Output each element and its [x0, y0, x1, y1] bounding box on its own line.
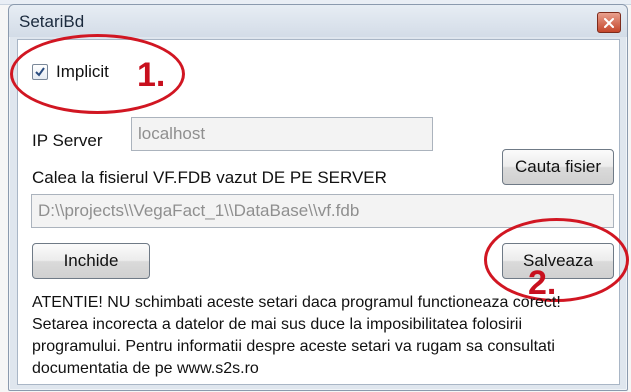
- annotation-circle-1: [10, 34, 185, 114]
- warning-line-1: ATENTIE! NU schimbati aceste setari daca…: [32, 294, 561, 311]
- dialog-content: Implicit 1. IP Server localhost Calea la…: [10, 34, 629, 385]
- warning-line-4: documentatia de pe www.s2s.ro: [32, 360, 259, 377]
- settings-dialog: SetariBd Implicit 1. IP Server localhost…: [8, 4, 629, 391]
- close-icon: [604, 17, 614, 28]
- ip-server-label: IP Server: [32, 131, 103, 150]
- title-bar[interactable]: SetariBd: [9, 5, 627, 37]
- annotation-circle-2: [484, 218, 629, 302]
- warning-text: ATENTIE! NU schimbati aceste setari daca…: [32, 292, 622, 380]
- window-title: SetariBd: [19, 12, 85, 31]
- browse-file-button[interactable]: Cauta fisier: [502, 149, 614, 185]
- ip-server-input[interactable]: localhost: [131, 117, 433, 151]
- close-window-button[interactable]: [597, 12, 621, 33]
- warning-line-2: Setarea incorecta a datelor de mai sus d…: [32, 316, 523, 333]
- close-button[interactable]: Inchide: [32, 243, 150, 279]
- warning-line-3: programului. Pentru informatii despre ac…: [32, 338, 555, 355]
- path-label: Calea la fisierul VF.FDB vazut DE PE SER…: [32, 168, 387, 187]
